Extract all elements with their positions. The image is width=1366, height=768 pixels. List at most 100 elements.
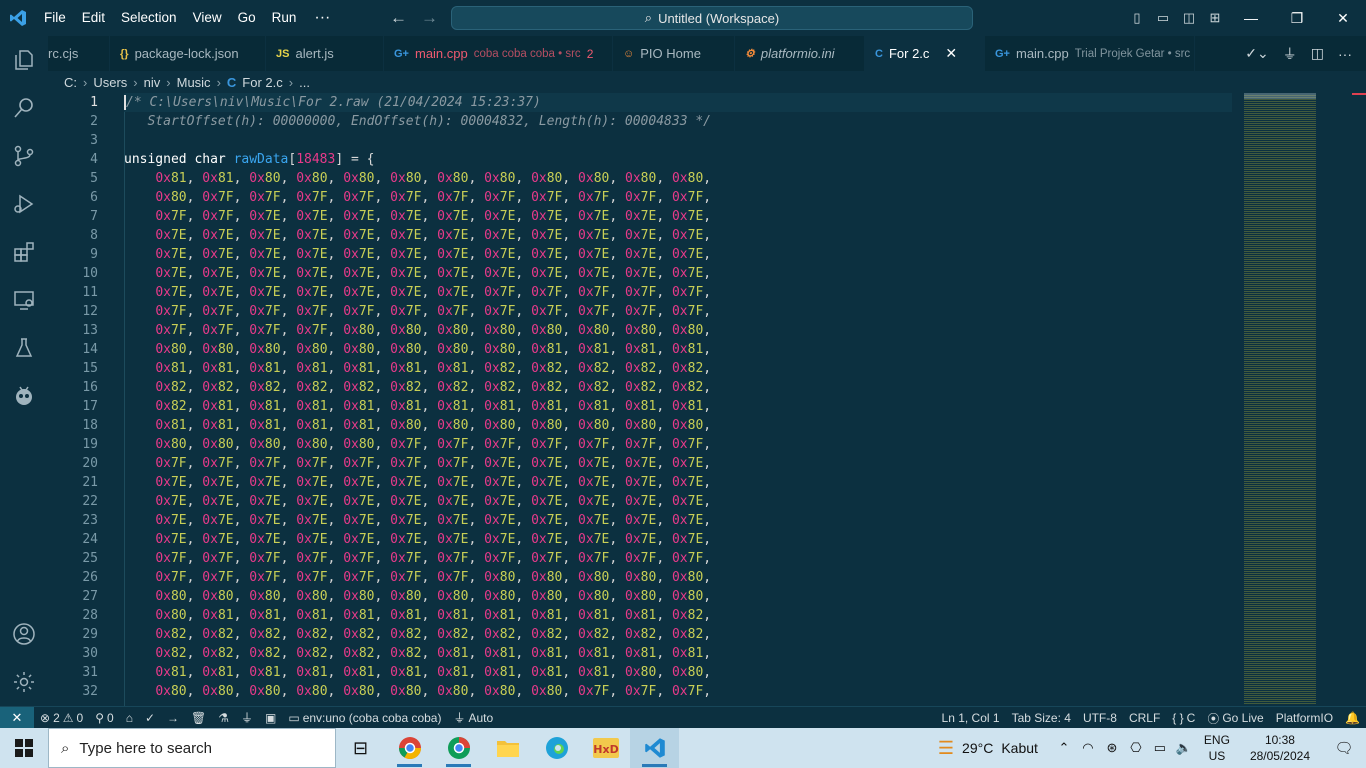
menu-go[interactable]: Go [230, 0, 264, 36]
notification-center-icon[interactable]: 🗨 [1322, 728, 1366, 768]
toggle-panel-icon[interactable]: ▭ [1150, 0, 1176, 36]
code-line-hex-data: 0x80, 0x80, 0x80, 0x80, 0x80, 0x80, 0x80… [155, 684, 712, 699]
hxd-editor-icon[interactable]: HxD [581, 728, 630, 768]
input-language[interactable]: ENG US [1196, 732, 1238, 764]
breadcrumb-item[interactable]: Users [93, 75, 127, 90]
code-editor[interactable]: 1 2 3 4 5 6 7 8 9 10 11 12 13 14 15 16 17 18 19 20 21 22 23 24 2… [48, 93, 1366, 706]
command-center[interactable]: ⌕ Untitled (Workspace) [451, 6, 973, 30]
breadcrumb-item[interactable]: niv [144, 75, 161, 90]
notifications-bell-icon[interactable]: 🔔 [1339, 707, 1366, 729]
menu-file[interactable]: File [36, 0, 74, 36]
code-line-hex-data: 0x82, 0x81, 0x81, 0x81, 0x81, 0x81, 0x81… [155, 399, 712, 414]
platformio-status[interactable]: PlatformIO [1270, 707, 1339, 729]
tab-pio-home[interactable]: ☺ PIO Home [613, 36, 735, 71]
end-of-line[interactable]: CRLF [1123, 707, 1166, 729]
pio-upload-button[interactable]: → [161, 707, 185, 729]
code-line-hex-data: 0x7F, 0x7F, 0x7F, 0x7F, 0x7F, 0x7F, 0x7F… [155, 304, 712, 319]
ini-file-icon: ⚙ [745, 48, 755, 60]
settings-gear-icon[interactable] [0, 658, 48, 706]
tab-for-2-c[interactable]: C For 2.c ✕ [865, 36, 985, 71]
explorer-icon[interactable] [0, 36, 48, 84]
toggle-primary-sidebar-icon[interactable]: ▯ [1124, 0, 1150, 36]
port-auto-switcher[interactable]: ⏚ Auto [447, 707, 499, 729]
tab-package-lock-json[interactable]: {} package-lock.json [110, 36, 266, 71]
menu-edit[interactable]: Edit [74, 0, 113, 36]
remote-explorer-icon[interactable] [0, 276, 48, 324]
windows-start-button[interactable] [0, 728, 48, 768]
pio-build-button[interactable]: ✓ [139, 707, 161, 729]
chevron-up-icon[interactable]: ⌃ [1052, 728, 1076, 768]
remote-indicator-button[interactable]: ✕ [0, 706, 34, 729]
checkmark-icon[interactable]: ✓⌄ [1245, 45, 1268, 62]
tab-rc-cjs[interactable]: rc.cjs [48, 36, 110, 71]
task-view-icon[interactable]: ⊟ [336, 728, 385, 768]
go-live-button[interactable]: ⦿ Go Live [1201, 707, 1269, 729]
search-icon[interactable] [0, 84, 48, 132]
pio-test-button[interactable]: ⚗ [212, 707, 235, 729]
weather-widget[interactable]: ☰ 29°C Kabut [924, 738, 1052, 759]
cursor-position[interactable]: Ln 1, Col 1 [936, 707, 1006, 729]
tab-main-cpp-coba[interactable]: G+ main.cpp coba coba coba • src 2 [384, 36, 613, 71]
language-mode[interactable]: { } C [1166, 707, 1201, 729]
tab-main-cpp-trial[interactable]: G+ main.cpp Trial Projek Getar • src [985, 36, 1195, 71]
tab-size[interactable]: Tab Size: 4 [1006, 707, 1077, 729]
meet-now-icon[interactable]: ⎔ [1124, 728, 1148, 768]
close-window-button[interactable]: ✕ [1320, 0, 1366, 36]
edge-browser-icon[interactable] [532, 728, 581, 768]
wifi-icon[interactable]: ◠ [1076, 728, 1100, 768]
taskbar-search-input[interactable]: ⌕ Type here to search [48, 728, 336, 768]
menu-view[interactable]: View [185, 0, 230, 36]
menu-more-button[interactable]: ··· [304, 9, 340, 27]
testing-icon[interactable] [0, 324, 48, 372]
run-debug-icon[interactable] [0, 180, 48, 228]
error-icon: ⊗ [40, 710, 51, 725]
forward-arrow-icon[interactable]: → [421, 8, 438, 28]
vscode-taskbar-icon[interactable] [630, 728, 679, 768]
toggle-secondary-sidebar-icon[interactable]: ◫ [1176, 0, 1202, 36]
pio-env-switcher[interactable]: ▭ env:uno (coba coba coba) [282, 707, 447, 729]
clock[interactable]: 10:38 28/05/2024 [1238, 732, 1322, 764]
chrome-profile-1-icon[interactable] [385, 728, 434, 768]
breadcrumb-item[interactable]: Music [177, 75, 211, 90]
line-number: 7 [90, 209, 98, 224]
battery-icon[interactable]: ▭ [1148, 728, 1172, 768]
customize-layout-icon[interactable]: ⊞ [1202, 0, 1228, 36]
extensions-icon[interactable] [0, 228, 48, 276]
account-icon[interactable] [0, 610, 48, 658]
network-icon[interactable]: ⊛ [1100, 728, 1124, 768]
file-explorer-icon[interactable] [483, 728, 532, 768]
breadcrumb-file[interactable]: For 2.c [242, 75, 282, 90]
line-number: 9 [90, 247, 98, 262]
tab-platformio-ini[interactable]: ⚙ platformio.ini [735, 36, 865, 71]
pio-home-button[interactable]: ⌂ [120, 707, 139, 729]
plug-icon[interactable]: ⏚ [1283, 44, 1297, 64]
chrome-profile-2-icon[interactable] [434, 728, 483, 768]
minimap-slider[interactable] [1244, 93, 1316, 99]
platformio-icon[interactable] [0, 372, 48, 420]
more-actions-icon[interactable]: ··· [1338, 46, 1352, 62]
encoding[interactable]: UTF-8 [1077, 707, 1123, 729]
problems-indicator[interactable]: ⊗ 2 ⚠ 0 [34, 707, 89, 729]
menu-run[interactable]: Run [264, 0, 305, 36]
breadcrumb-item[interactable]: C: [64, 75, 77, 90]
tab-alert-js[interactable]: JS alert.js [266, 36, 384, 71]
code-line-hex-data: 0x7F, 0x7F, 0x7F, 0x7F, 0x7F, 0x7F, 0x7F… [155, 551, 712, 566]
source-control-icon[interactable] [0, 132, 48, 180]
pio-clean-button[interactable]: 🗑 [185, 707, 212, 729]
restore-button[interactable]: ❐ [1274, 0, 1320, 36]
pio-serial-monitor-button[interactable]: ⏚ [235, 707, 259, 729]
close-tab-icon[interactable]: ✕ [945, 45, 957, 62]
split-editor-icon[interactable]: ◫ [1311, 45, 1324, 62]
code-content[interactable]: /* C:\Users\niv\Music\For 2.raw (21/04/2… [124, 93, 1234, 706]
plug-icon: ⏚ [453, 711, 466, 725]
menu-selection[interactable]: Selection [113, 0, 185, 36]
ports-indicator[interactable]: ⚲ 0 [89, 707, 119, 729]
c-file-icon: C [226, 74, 237, 90]
minimize-button[interactable]: — [1228, 0, 1274, 36]
volume-icon[interactable]: 🔈 [1172, 728, 1196, 768]
svg-text:HxD: HxD [593, 743, 618, 756]
pio-terminal-button[interactable]: ▣ [259, 707, 282, 729]
breadcrumb-symbol[interactable]: ... [299, 75, 310, 90]
back-arrow-icon[interactable]: ← [390, 8, 407, 28]
minimap[interactable] [1244, 95, 1316, 705]
